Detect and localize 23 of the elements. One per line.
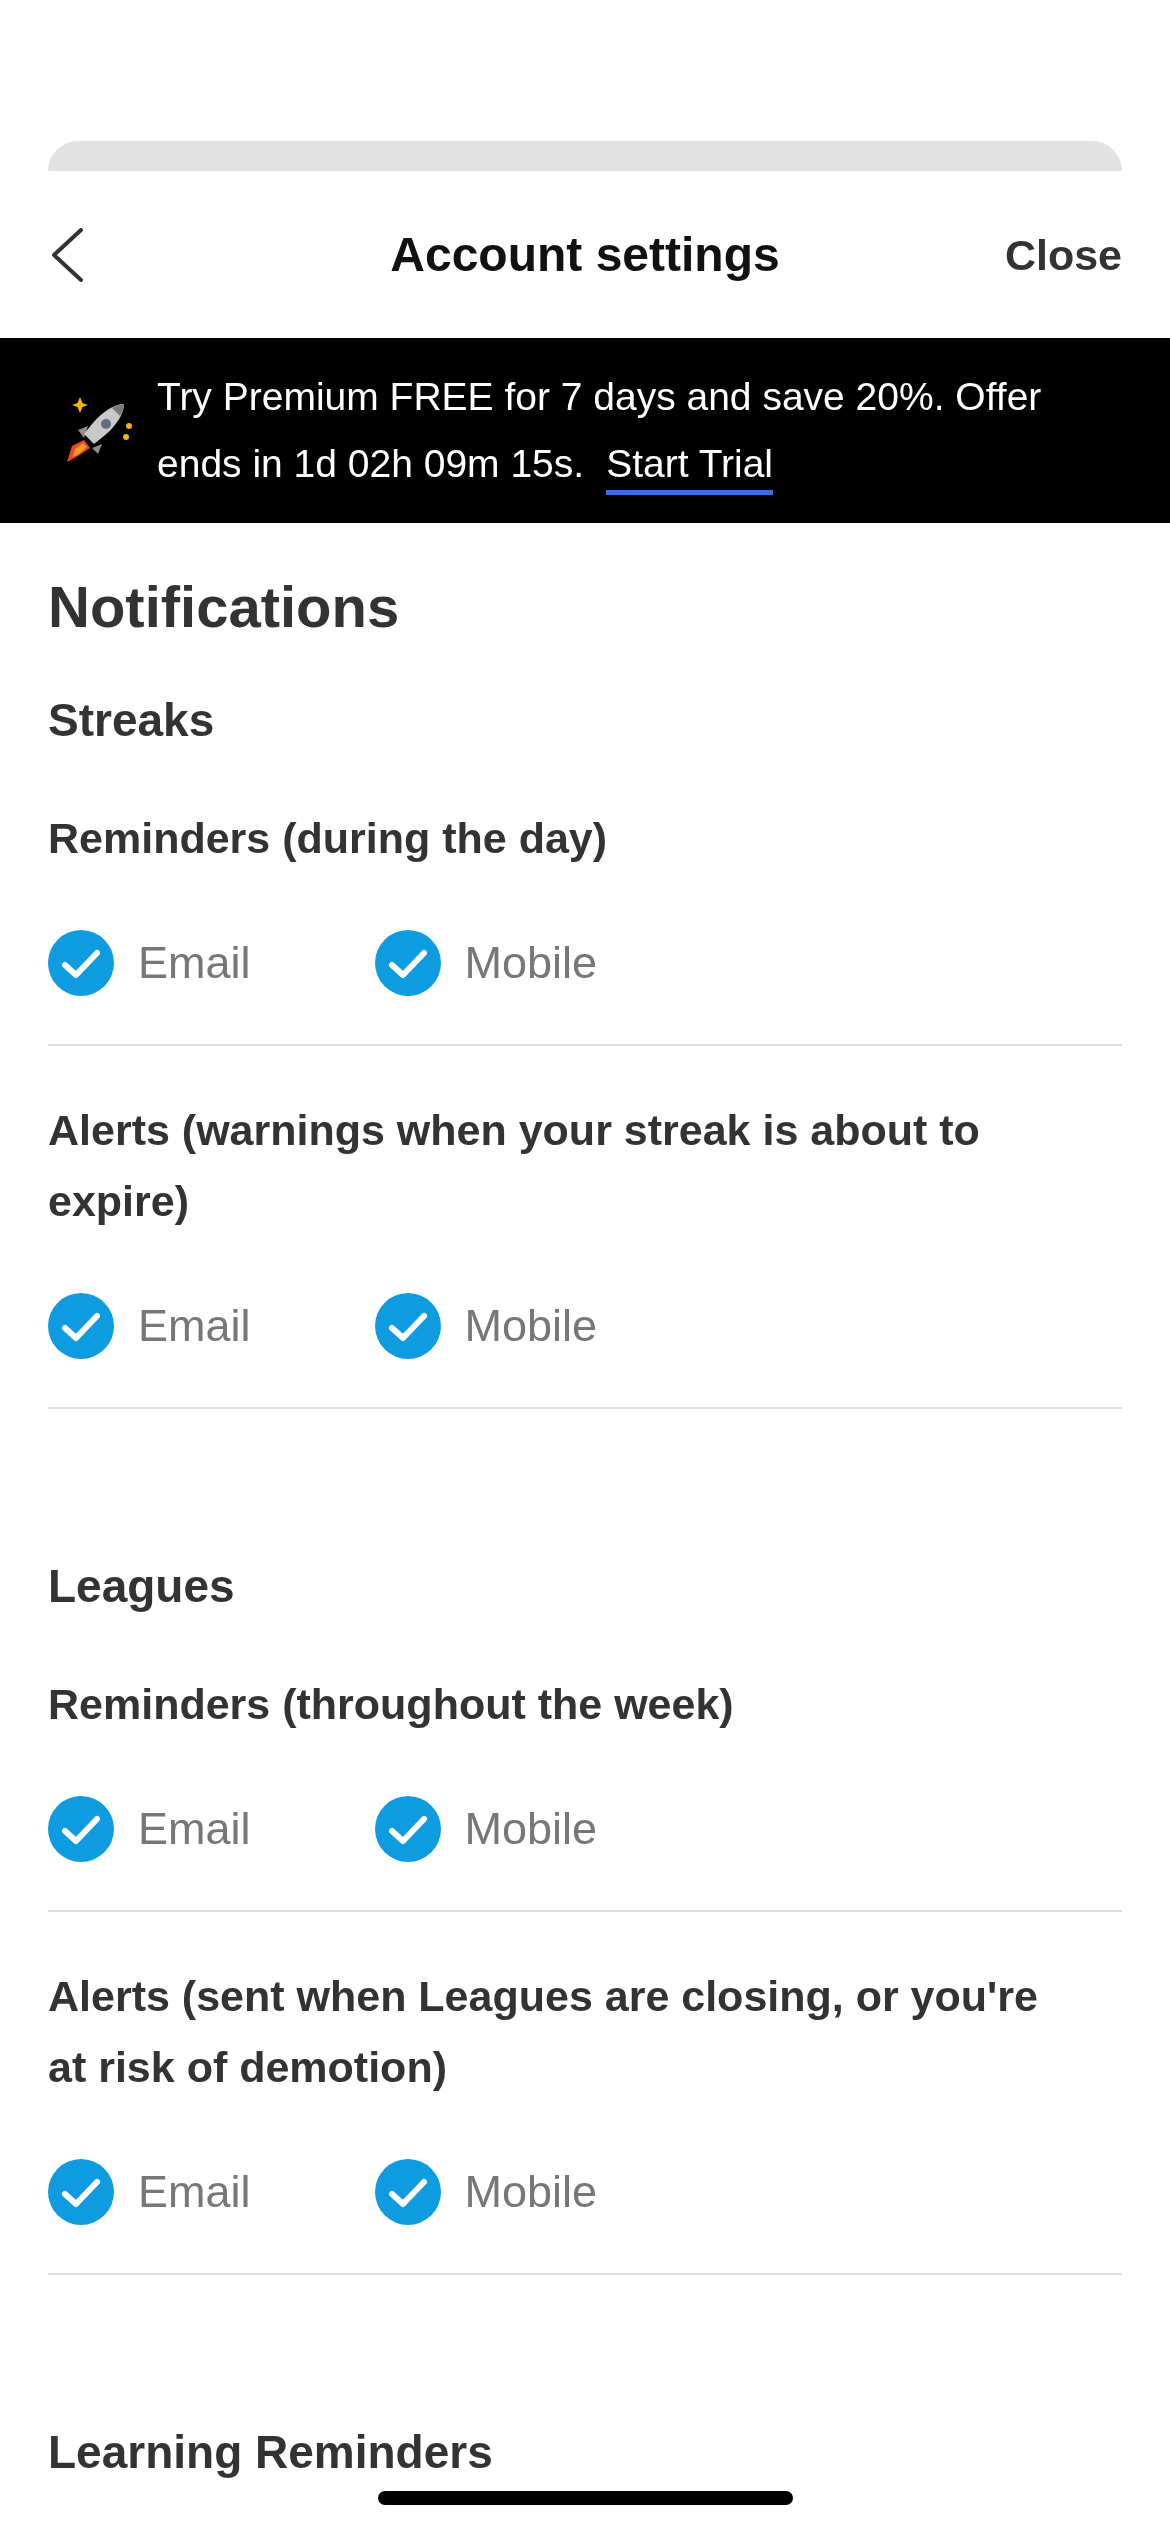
setting-label: Alerts (warnings when your streak is about to expire) [48,1105,981,1227]
start-trial-link[interactable]: Start Trial [606,442,773,495]
checkbox-option[interactable]: Mobile [374,1796,598,1862]
page-heading: Notifications [48,573,401,641]
setting-label: Reminders (during the day) [48,813,609,864]
checkbox-option[interactable]: Mobile [374,2159,598,2225]
setting-label: Reminders (throughout the week) [48,1679,735,1730]
checkbox-option[interactable]: Email [48,1796,251,1862]
checkbox-option[interactable]: Email [48,1293,251,1359]
close-button[interactable]: Close [1004,226,1122,283]
section-heading: Streaks [48,693,216,748]
checkbox-option[interactable]: Email [48,2159,251,2225]
rocket-icon [66,396,134,464]
setting-label: Alerts (sent when Leagues are closing, or you're at risk of demotion) [48,1971,1039,2093]
checkbox-option[interactable]: Mobile [374,1293,598,1359]
screen-title: Account settings [390,226,780,283]
section-heading: Learning Reminders [48,2425,494,2480]
back-button[interactable] [50,227,84,282]
section-heading: Leagues [48,1559,236,1614]
checkbox-option[interactable]: Email [48,930,251,996]
checkbox-option[interactable]: Mobile [374,930,598,996]
chevron-left-icon [50,227,84,282]
promo-text: Try Premium FREE for 7 days and save 20%. Offer ends in 1d 02h 09m 15s. Start Trial [157,363,1122,497]
